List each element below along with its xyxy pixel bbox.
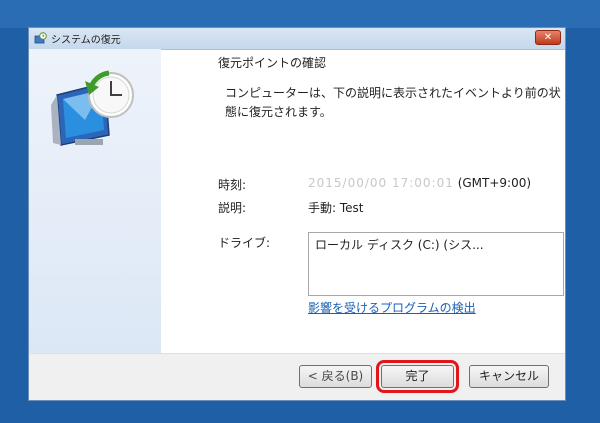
- cancel-button[interactable]: キャンセル: [469, 365, 549, 388]
- close-button[interactable]: ✕: [535, 30, 561, 45]
- left-banner: [29, 49, 161, 353]
- title-bar: システムの復元 ✕: [29, 28, 565, 50]
- time-zone: (GMT+9:00): [457, 176, 532, 190]
- system-restore-clock-monitor-icon: [51, 70, 134, 146]
- drive-list-item[interactable]: ローカル ディスク (C:) (シス...: [315, 238, 484, 252]
- system-restore-dialog: システムの復元 ✕ 復元ポイントの確認 コンピューターは、下の説明に表示されたイ…: [28, 27, 566, 401]
- finish-button[interactable]: 完了: [376, 360, 459, 393]
- page-heading: 復元ポイントの確認: [218, 56, 327, 70]
- time-label: 時刻:: [218, 178, 247, 192]
- window-title: システムの復元: [51, 35, 121, 46]
- affected-programs-link[interactable]: 影響を受けるプログラムの検出: [308, 299, 476, 316]
- close-icon: ✕: [543, 32, 553, 43]
- drive-list[interactable]: ローカル ディスク (C:) (シス...: [308, 232, 564, 296]
- description-value: 手動: Test: [308, 201, 364, 215]
- button-bar: < 戻る(B) 完了 キャンセル: [29, 353, 565, 400]
- back-button[interactable]: < 戻る(B): [299, 365, 372, 388]
- drive-label: ドライブ:: [218, 236, 271, 250]
- restore-description: コンピューターは、下の説明に表示されたイベントより前の状態に復元されます。: [225, 86, 561, 119]
- time-value-obscured: 2015/00/00 17:00:01: [308, 176, 454, 190]
- time-value: 2015/00/00 17:00:01 (GMT+9:00): [308, 176, 531, 190]
- desktop-background: [0, 0, 600, 28]
- system-restore-icon: [34, 32, 47, 44]
- content-area: 復元ポイントの確認 コンピューターは、下の説明に表示されたイベントより前の状態に…: [161, 49, 565, 353]
- description-label: 説明:: [218, 201, 247, 215]
